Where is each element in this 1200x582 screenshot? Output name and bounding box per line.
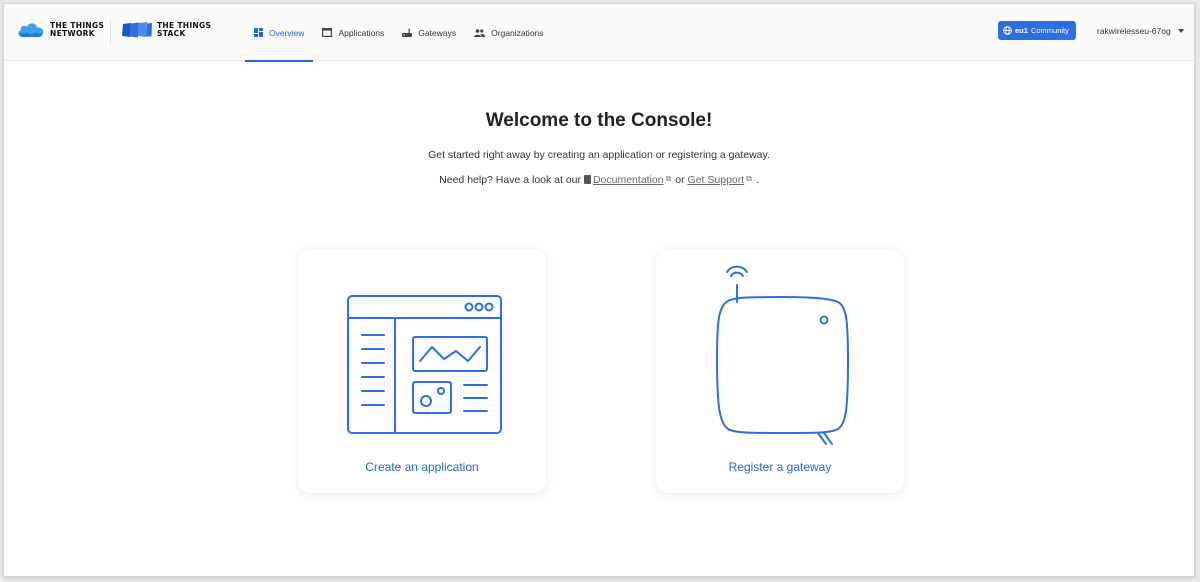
user-dropdown[interactable]: rakwirelesseu-67og	[1097, 26, 1184, 36]
group-icon	[474, 28, 486, 37]
tts-logo-text: THE THINGS STACK	[157, 22, 211, 38]
page-subtitle: Get started right away by creating an ap…	[428, 149, 770, 161]
nav-organizations-label: Organizations	[491, 27, 544, 38]
create-application-card[interactable]: Create an application	[298, 249, 546, 493]
logo-divider	[110, 20, 111, 44]
nav-gateways[interactable]: Gateways	[393, 4, 465, 61]
ttn-logo-text: THE THINGS NETWORK	[50, 22, 104, 38]
chevron-down-icon	[1177, 29, 1184, 33]
web-asset-icon	[322, 28, 333, 37]
region-label: Community	[1030, 26, 1069, 35]
user-name: rakwirelesseu-67og	[1097, 26, 1171, 36]
nav-gateways-label: Gateways	[418, 27, 457, 38]
ttn-logo-line2: NETWORK	[50, 29, 95, 38]
help-suffix: .	[755, 174, 759, 186]
main-nav: Overview Applications Gateways Organizat…	[245, 4, 553, 62]
tts-logo[interactable]: THE THINGS STACK	[122, 22, 211, 38]
register-gateway-card[interactable]: Register a gateway	[656, 249, 904, 493]
register-gateway-label: Register a gateway	[728, 460, 832, 474]
get-support-link[interactable]: Get Support	[688, 174, 745, 186]
stack-logo-icon	[122, 22, 152, 38]
top-navigation-bar: THE THINGS NETWORK THE THINGS STACK Over…	[4, 4, 1194, 62]
documentation-link[interactable]: Documentation	[593, 174, 664, 186]
external-link-icon: ⧉	[746, 174, 752, 183]
nav-organizations[interactable]: Organizations	[465, 4, 552, 61]
dashboard-icon	[254, 28, 263, 37]
nav-applications-label: Applications	[338, 27, 385, 38]
help-prefix: Need help? Have a look at our	[439, 174, 582, 186]
help-or: or	[675, 174, 685, 186]
create-application-label: Create an application	[365, 460, 479, 474]
nav-applications[interactable]: Applications	[313, 4, 393, 61]
nav-overview[interactable]: Overview	[245, 4, 314, 62]
globe-icon	[1003, 26, 1012, 35]
page-title: Welcome to the Console!	[485, 110, 713, 131]
gateway-illustration-icon	[716, 265, 849, 445]
console-window: THE THINGS NETWORK THE THINGS STACK Over…	[3, 3, 1195, 577]
cloud-logo-icon	[18, 23, 44, 37]
nav-overview-label: Overview	[269, 27, 305, 38]
book-icon	[583, 175, 591, 184]
external-link-icon: ⧉	[665, 174, 672, 183]
region-cluster: eu1	[1015, 26, 1028, 35]
region-badge[interactable]: eu1 Community	[998, 21, 1076, 40]
help-line: Need help? Have a look at our Documentat…	[4, 174, 1194, 186]
application-illustration-icon	[347, 295, 502, 434]
tts-logo-line2: STACK	[157, 29, 186, 38]
ttn-logo[interactable]: THE THINGS NETWORK	[17, 22, 104, 38]
router-icon	[402, 28, 413, 37]
